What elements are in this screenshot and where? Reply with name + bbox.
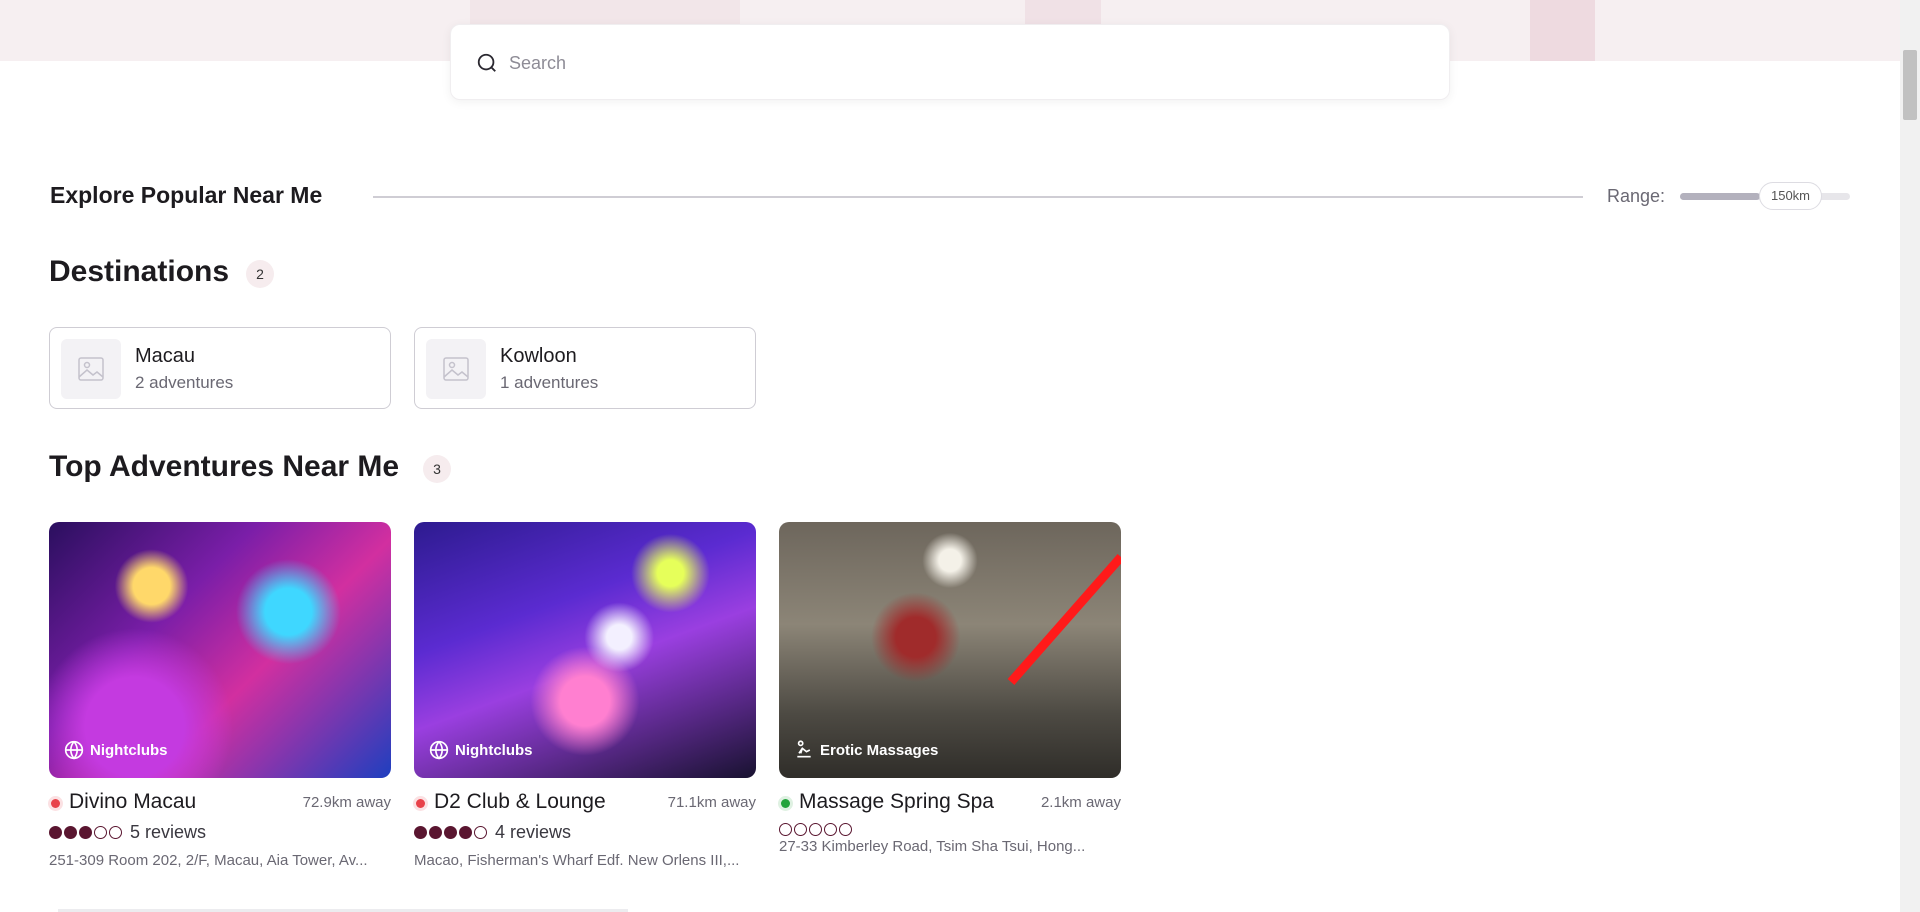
adventure-distance: 2.1km away bbox=[1040, 794, 1121, 811]
rating-circle-empty bbox=[839, 822, 852, 836]
destination-adventure-count: 1 adventures bbox=[500, 373, 599, 392]
rating-circle-filled bbox=[414, 825, 427, 839]
rating-circle-empty bbox=[94, 825, 107, 839]
rating-circle-empty bbox=[824, 822, 837, 836]
rating: 4 reviews bbox=[414, 822, 571, 842]
explore-title: Explore Popular Near Me bbox=[50, 182, 323, 208]
rating-circle-filled bbox=[459, 825, 472, 839]
rating bbox=[779, 819, 854, 839]
hero-decoration bbox=[1530, 0, 1595, 61]
rating: 5 reviews bbox=[49, 822, 206, 842]
page-scrollbar[interactable] bbox=[1900, 0, 1920, 912]
rating-circle-filled bbox=[429, 825, 442, 839]
adventure-distance: 71.1km away bbox=[667, 794, 756, 811]
rating-circle-empty bbox=[109, 825, 122, 839]
adventure-name[interactable]: D2 Club & Lounge bbox=[434, 790, 606, 814]
divider bbox=[373, 196, 1583, 198]
status-indicator bbox=[416, 799, 425, 808]
adventure-address: 27-33 Kimberley Road, Tsim Sha Tsui, Hon… bbox=[779, 838, 1086, 855]
adventure-photo[interactable]: Erotic Massages bbox=[779, 522, 1121, 778]
range-slider-fill bbox=[1680, 193, 1760, 200]
adventure-name[interactable]: Divino Macau bbox=[69, 790, 196, 814]
destinations-count-badge: 2 bbox=[246, 260, 274, 288]
status-indicator bbox=[781, 799, 790, 808]
rating-circle-filled bbox=[444, 825, 457, 839]
category-label: Nightclubs bbox=[90, 741, 168, 759]
category-tag: Nightclubs bbox=[429, 740, 533, 760]
destinations-title: Destinations bbox=[49, 255, 230, 288]
destination-adventure-count: 2 adventures bbox=[135, 373, 234, 392]
adventure-name[interactable]: Massage Spring Spa bbox=[799, 790, 994, 814]
adventure-photo[interactable]: Nightclubs bbox=[414, 522, 756, 778]
image-placeholder-icon bbox=[78, 357, 104, 381]
adventure-photo[interactable]: Nightclubs bbox=[49, 522, 391, 778]
image-placeholder-icon bbox=[443, 357, 469, 381]
review-count[interactable]: 4 reviews bbox=[495, 822, 571, 843]
search-bar bbox=[450, 24, 1450, 100]
search-icon bbox=[477, 53, 496, 72]
range-slider-handle[interactable]: 150km bbox=[1759, 182, 1822, 210]
range-label: Range: bbox=[1607, 186, 1666, 206]
destination-card-kowloon[interactable]: Kowloon 1 adventures bbox=[414, 327, 756, 409]
adventures-title: Top Adventures Near Me bbox=[49, 450, 400, 483]
category-label: Nightclubs bbox=[455, 741, 533, 759]
rating-circle-empty bbox=[474, 825, 487, 839]
adventure-address: Macao, Fisherman's Wharf Edf. New Orlens… bbox=[414, 852, 740, 869]
globe-icon bbox=[64, 740, 84, 760]
rating-circle-filled bbox=[49, 825, 62, 839]
rating-circle-empty bbox=[809, 822, 822, 836]
destination-thumbnail bbox=[61, 339, 121, 399]
adventure-distance: 72.9km away bbox=[302, 794, 391, 811]
adventure-card-divino-macau[interactable]: Nightclubs Divino Macau 72.9km away 5 re… bbox=[49, 522, 391, 869]
massage-icon bbox=[797, 740, 811, 758]
adventures-count-badge: 3 bbox=[423, 455, 451, 483]
adventure-card-d2-club[interactable]: Nightclubs D2 Club & Lounge 71.1km away … bbox=[414, 522, 756, 869]
search-input[interactable] bbox=[509, 45, 1409, 81]
category-tag: Nightclubs bbox=[64, 740, 168, 760]
category-tag: Erotic Massages bbox=[794, 740, 938, 760]
category-label: Erotic Massages bbox=[820, 741, 939, 759]
status-indicator bbox=[51, 799, 60, 808]
rating-circle-empty bbox=[794, 822, 807, 836]
destination-card-macau[interactable]: Macau 2 adventures bbox=[49, 327, 391, 409]
rating-circle-empty bbox=[779, 822, 792, 836]
destination-thumbnail bbox=[426, 339, 486, 399]
rating-circle-filled bbox=[79, 825, 92, 839]
adventure-card-massage-spring-spa[interactable]: Erotic Massages Massage Spring Spa 2.1km… bbox=[779, 522, 1121, 855]
globe-icon bbox=[429, 740, 449, 760]
adventure-address: 251-309 Room 202, 2/F, Macau, Aia Tower,… bbox=[49, 852, 368, 869]
destination-name: Macau bbox=[135, 345, 196, 367]
destination-name: Kowloon bbox=[500, 345, 577, 367]
scrollbar-thumb[interactable] bbox=[1903, 50, 1917, 120]
review-count[interactable]: 5 reviews bbox=[130, 822, 206, 843]
rating-circle-filled bbox=[64, 825, 77, 839]
